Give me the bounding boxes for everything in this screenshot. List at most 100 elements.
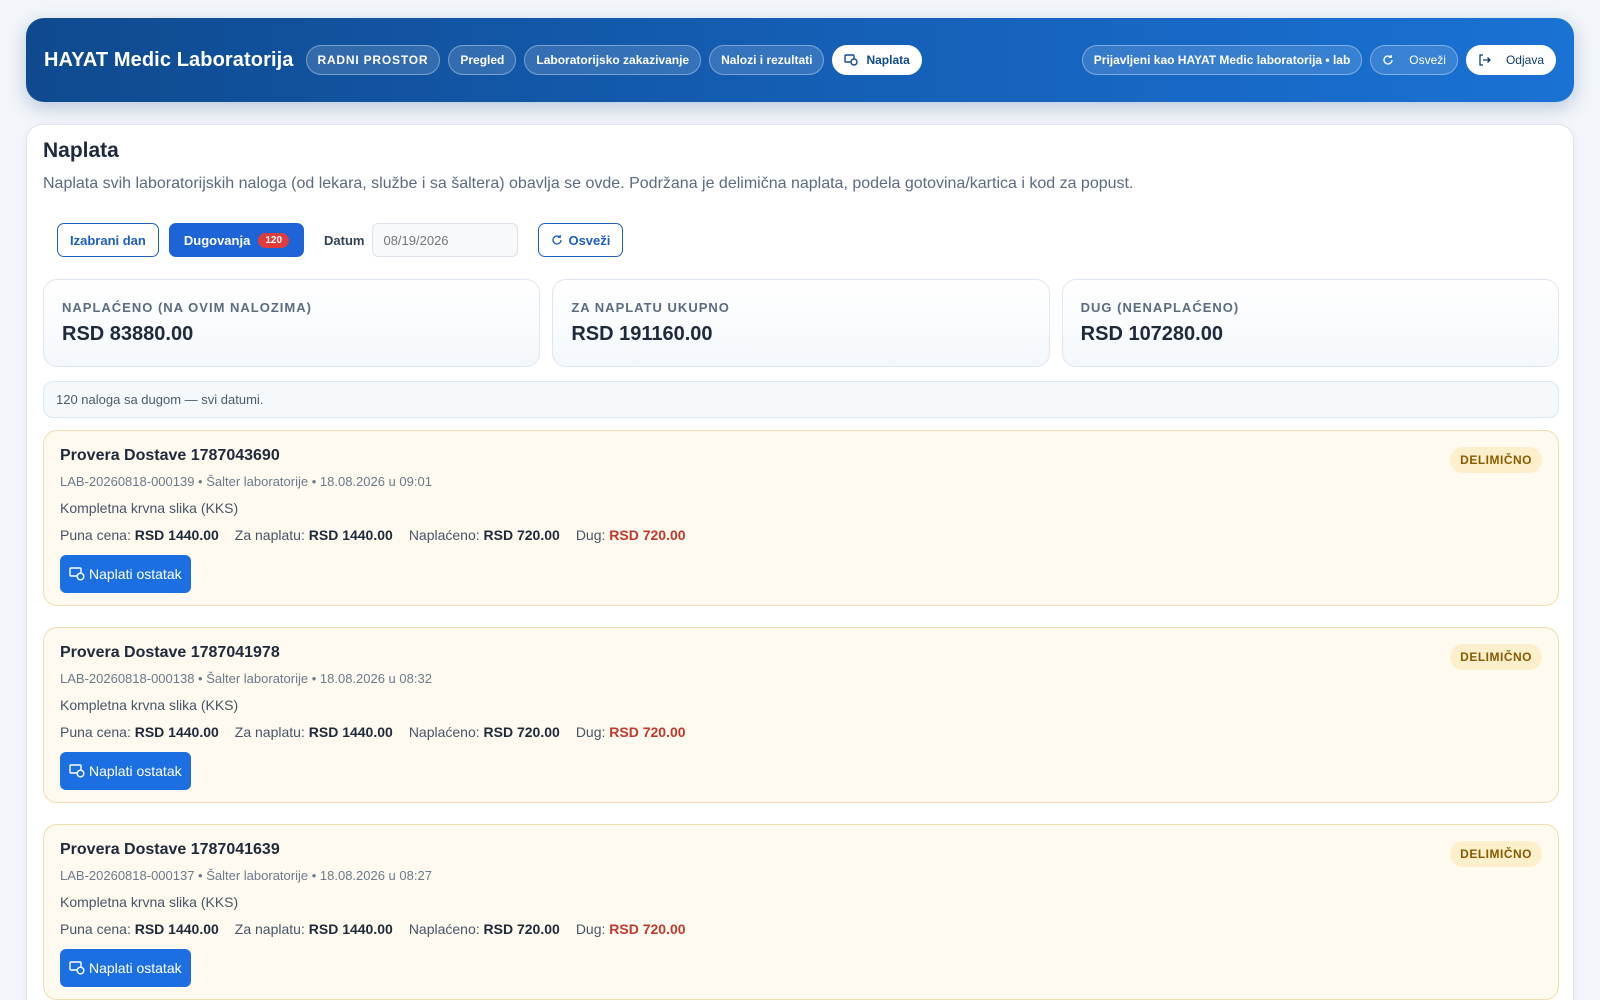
refresh-icon [552, 235, 563, 245]
page-description: Naplata svih laboratorijskih naloga (od … [43, 175, 1134, 192]
debt: Dug: RSD 720.00 [576, 724, 686, 740]
order-test: Kompletna krvna slika (KKS) [60, 894, 239, 910]
nav-workspace[interactable]: RADNI PROSTOR [305, 45, 441, 75]
payment-icon [69, 764, 85, 778]
pay-remaining-label: Naplati ostatak [89, 763, 182, 779]
debt-value: RSD 720.00 [609, 724, 686, 740]
debt-label: Dug: [575, 724, 606, 740]
logout-label: Odjava [1505, 53, 1544, 67]
payment-panel: Naplata Naplata svih laboratorijskih nal… [26, 124, 1574, 1000]
debt-value: RSD 720.00 [609, 921, 686, 937]
pay-remaining-button[interactable]: Naplati ostatak [60, 949, 191, 987]
payment-icon [844, 54, 859, 66]
pay-remaining-button[interactable]: Naplati ostatak [60, 752, 191, 790]
full-price-label: Puna cena: [60, 527, 131, 543]
refresh-icon [1383, 55, 1393, 65]
payment-icon [69, 961, 85, 975]
debt-value: RSD 720.00 [609, 527, 686, 543]
stat-card-paid: NAPLAĆENO (NA OVIM NALOZIMA) RSD 83880.0… [43, 279, 541, 367]
paid-label: Naplaćeno: [408, 527, 480, 543]
logout-button[interactable]: Odjava [1465, 45, 1556, 75]
paid-label: Naplaćeno: [408, 921, 480, 937]
paid-value: RSD 720.00 [483, 724, 560, 740]
nav-payment-label: Naplata [866, 53, 910, 67]
full-price-value: RSD 1440.00 [134, 921, 219, 937]
logout-icon [1479, 54, 1491, 66]
status-badge: DELIMIČNO [1450, 841, 1542, 867]
full-price: Puna cena: RSD 1440.00 [60, 527, 219, 543]
paid: Naplaćeno: RSD 720.00 [409, 921, 560, 937]
full-price-label: Puna cena: [60, 724, 131, 740]
filter-refresh-label: Osveži [568, 232, 611, 248]
status-badge: DELIMIČNO [1450, 447, 1542, 473]
order-test: Kompletna krvna slika (KKS) [60, 500, 239, 516]
order-card: Provera Dostave 1787041639 LAB-20260818-… [43, 824, 1559, 1000]
paid-label: Naplaćeno: [408, 724, 480, 740]
stat-label: NAPLAĆENO (NA OVIM NALOZIMA) [62, 300, 312, 315]
stat-value: RSD 191160.00 [571, 323, 713, 345]
stat-card-total: ZA NAPLATU UKUPNO RSD 191160.00 [552, 279, 1050, 367]
full-price-label: Puna cena: [60, 921, 131, 937]
nav-payment[interactable]: Naplata [832, 45, 922, 75]
debt-label: Dug: [575, 921, 606, 937]
order-title: Provera Dostave 1787041639 [60, 841, 280, 858]
payment-icon [69, 567, 85, 581]
debts-count-badge: 120 [258, 232, 290, 248]
order-title: Provera Dostave 1787043690 [60, 447, 280, 464]
to-pay-value: RSD 1440.00 [308, 527, 393, 543]
to-pay-value: RSD 1440.00 [308, 921, 393, 937]
to-pay-label: Za naplatu: [234, 921, 305, 937]
order-prices: Puna cena: RSD 1440.00 Za naplatu: RSD 1… [60, 724, 1542, 740]
stat-value: RSD 83880.00 [62, 323, 194, 345]
paid-value: RSD 720.00 [483, 527, 560, 543]
to-pay: Za naplatu: RSD 1440.00 [235, 921, 393, 937]
full-price-value: RSD 1440.00 [134, 527, 219, 543]
order-title: Provera Dostave 1787041978 [60, 644, 280, 661]
order-meta: LAB-20260818-000139 • Šalter laboratorij… [60, 474, 432, 489]
stat-label: DUG (NENAPLAĆENO) [1080, 300, 1240, 315]
order-prices: Puna cena: RSD 1440.00 Za naplatu: RSD 1… [60, 921, 1542, 937]
results-info: 120 naloga sa dugom — svi datumi. [43, 381, 1559, 418]
order-card: Provera Dostave 1787041978 LAB-20260818-… [43, 627, 1559, 803]
stat-card-debt: DUG (NENAPLAĆENO) RSD 107280.00 [1061, 279, 1559, 367]
stat-label: ZA NAPLATU UKUPNO [571, 300, 730, 315]
to-pay: Za naplatu: RSD 1440.00 [235, 724, 393, 740]
to-pay-value: RSD 1440.00 [308, 724, 393, 740]
full-price: Puna cena: RSD 1440.00 [60, 921, 219, 937]
page-title: Naplata [43, 139, 119, 162]
pay-remaining-label: Naplati ostatak [89, 566, 182, 582]
order-test: Kompletna krvna slika (KKS) [60, 697, 239, 713]
to-pay: Za naplatu: RSD 1440.00 [235, 527, 393, 543]
debt: Dug: RSD 720.00 [576, 921, 686, 937]
nav-orders-results[interactable]: Nalozi i rezultati [709, 45, 825, 75]
date-label: Datum [324, 232, 365, 248]
paid: Naplaćeno: RSD 720.00 [409, 527, 560, 543]
paid: Naplaćeno: RSD 720.00 [409, 724, 560, 740]
order-meta: LAB-20260818-000137 • Šalter laboratorij… [60, 868, 432, 883]
filter-refresh-button[interactable]: Osveži [538, 223, 624, 257]
date-input[interactable] [372, 223, 519, 257]
nav-overview[interactable]: Pregled [448, 45, 517, 75]
filter-bar: Izabrani dan Dugovanja 120 Datum Osveži [57, 223, 633, 257]
full-price: Puna cena: RSD 1440.00 [60, 724, 219, 740]
to-pay-label: Za naplatu: [234, 527, 305, 543]
stat-value: RSD 107280.00 [1080, 323, 1223, 345]
pay-remaining-button[interactable]: Naplati ostatak [60, 555, 191, 593]
brand-title: HAYAT Medic Laboratorija [44, 48, 294, 71]
order-prices: Puna cena: RSD 1440.00 Za naplatu: RSD 1… [60, 527, 1542, 543]
nav-lab-scheduling[interactable]: Laboratorijsko zakazivanje [524, 45, 702, 75]
paid-value: RSD 720.00 [483, 921, 560, 937]
debts-label: Dugovanja [183, 232, 251, 248]
debt-label: Dug: [575, 527, 606, 543]
status-badge: DELIMIČNO [1450, 644, 1542, 670]
full-price-value: RSD 1440.00 [134, 724, 219, 740]
pay-remaining-label: Naplati ostatak [89, 960, 182, 976]
debts-button[interactable]: Dugovanja 120 [168, 223, 305, 257]
selected-day-button[interactable]: Izabrani dan [57, 223, 159, 257]
debt: Dug: RSD 720.00 [576, 527, 686, 543]
user-status: Prijavljeni kao HAYAT Medic laboratorija… [1081, 45, 1363, 75]
header-refresh-label: Osveži [1409, 53, 1446, 67]
order-meta: LAB-20260818-000138 • Šalter laboratorij… [60, 671, 432, 686]
top-right-actions: Prijavljeni kao HAYAT Medic laboratorija… [1081, 45, 1556, 75]
header-refresh-button[interactable]: Osveži [1370, 45, 1458, 75]
